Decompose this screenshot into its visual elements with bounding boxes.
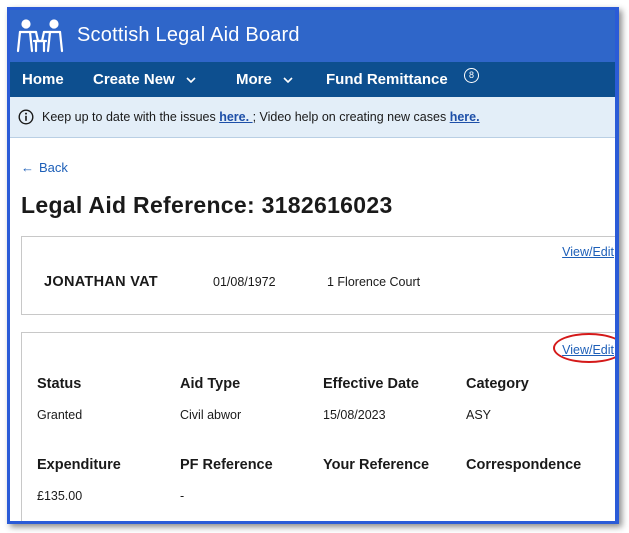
- status-label: Status: [37, 376, 82, 392]
- back-link[interactable]: ← Back: [21, 160, 68, 175]
- page-title: Legal Aid Reference: 3182616023: [21, 192, 393, 218]
- aid-type-label: Aid Type: [180, 376, 241, 392]
- details-card: View/Edit Status Granted Aid Type Civil …: [21, 332, 615, 521]
- your-reference-label: Your Reference: [323, 457, 430, 473]
- nav-create-new-label: Create New: [93, 71, 175, 88]
- client-address: 1 Florence Court: [327, 275, 421, 289]
- nav-create-new[interactable]: Create New: [93, 62, 196, 97]
- slab-logo-icon[interactable]: [16, 19, 64, 53]
- status-value: Granted: [37, 408, 83, 422]
- info-icon: [18, 109, 34, 125]
- nav-fund-remittance-label: Fund Remittance: [326, 71, 448, 88]
- expenditure-value: £135.00: [37, 489, 83, 503]
- pf-reference-label: PF Reference: [180, 457, 273, 473]
- chevron-down-icon: [186, 76, 196, 83]
- browser-frame: Scottish Legal Aid Board Home Create New…: [7, 7, 619, 524]
- effective-date-label: Effective Date: [323, 376, 419, 392]
- expenditure-label: Expenditure: [37, 457, 121, 473]
- main-nav: Home Create New More Fund Remittance 8: [10, 62, 615, 97]
- category-label: Category: [466, 376, 529, 392]
- brand-header: Scottish Legal Aid Board: [10, 10, 615, 62]
- brand-title[interactable]: Scottish Legal Aid Board: [77, 24, 300, 47]
- info-text-2: ; Video help on creating new cases: [252, 110, 450, 124]
- category-value: ASY: [466, 408, 492, 422]
- notification-badge: 8: [464, 68, 479, 83]
- video-help-here-link[interactable]: here.: [450, 110, 480, 124]
- client-dob: 01/08/1972: [213, 275, 276, 289]
- pf-reference-value: -: [180, 489, 185, 503]
- client-card: View/Edit JONATHAN VAT 01/08/1972 1 Flor…: [21, 236, 615, 315]
- info-banner-text: Keep up to date with the issues here. ; …: [42, 110, 480, 124]
- client-name: JONATHAN VAT: [44, 274, 158, 290]
- back-label: Back: [39, 160, 68, 175]
- correspondence-label: Correspondence: [466, 457, 582, 473]
- chevron-down-icon: [283, 76, 293, 83]
- nav-home[interactable]: Home: [22, 62, 64, 97]
- info-banner: Keep up to date with the issues here. ; …: [10, 97, 615, 138]
- client-view-edit-link[interactable]: View/Edit: [562, 245, 614, 259]
- effective-date-value: 15/08/2023: [323, 408, 386, 422]
- nav-home-label: Home: [22, 71, 64, 88]
- aid-type-value: Civil abwor: [180, 408, 242, 422]
- nav-fund-remittance[interactable]: Fund Remittance: [326, 62, 448, 97]
- details-view-edit-link[interactable]: View/Edit: [562, 343, 614, 357]
- issues-here-link[interactable]: here.: [219, 110, 252, 124]
- nav-more[interactable]: More: [236, 62, 293, 97]
- info-text-1: Keep up to date with the issues: [42, 110, 220, 124]
- arrow-left-icon: ←: [21, 160, 34, 175]
- nav-more-label: More: [236, 71, 272, 88]
